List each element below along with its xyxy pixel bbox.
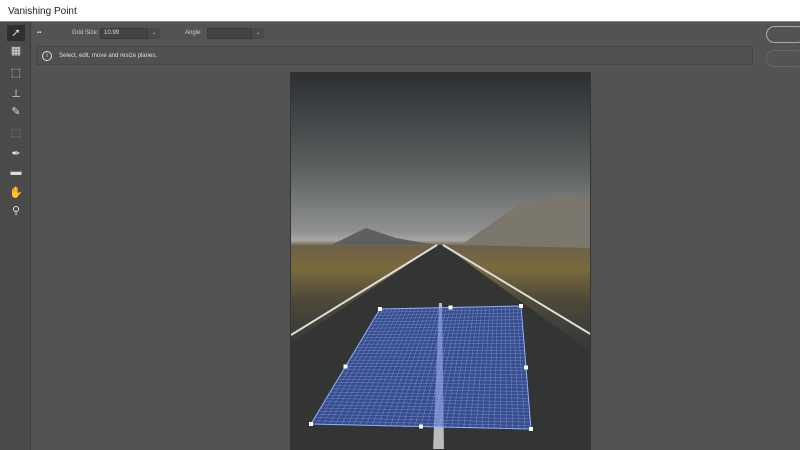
edit-plane-tool[interactable]: ➚	[7, 25, 25, 41]
angle-label: Angle:	[185, 30, 203, 36]
plane-menu-icon[interactable]: ▪▪	[37, 30, 41, 36]
angle-input[interactable]	[207, 28, 252, 39]
plane-handle[interactable]	[419, 424, 423, 429]
grid-size-label: Grid Size:	[72, 30, 99, 36]
hand-tool[interactable]: ✋	[7, 185, 25, 201]
plane-handle[interactable]	[343, 364, 348, 369]
grid-size-input[interactable]: 10.99	[100, 28, 148, 39]
stamp-icon: ⊥	[11, 88, 21, 100]
grid-size-dropdown[interactable]: ⌄	[148, 28, 160, 39]
zoom-icon: ⚲	[11, 205, 21, 217]
measure-tool[interactable]: ▬	[7, 164, 25, 180]
transform-tool[interactable]: ⬚	[7, 125, 25, 141]
info-bar: i Select, edit, move and resize planes.	[36, 46, 753, 65]
brush-icon: ✎	[11, 106, 21, 118]
perspective-plane[interactable]	[291, 73, 591, 450]
create-plane-tool[interactable]: ▦	[7, 43, 25, 59]
toolbox: ➚ ▦ ⬚ ⊥ ✎ ⬚ ✒ ▬ ✋ ⚲	[0, 22, 31, 450]
chevron-down-icon: ⌄	[151, 30, 157, 36]
eyedropper-icon: ✒	[11, 148, 21, 160]
marquee-icon: ⬚	[10, 67, 22, 79]
grid-plane-icon: ▦	[10, 45, 22, 57]
angle-dropdown[interactable]: ⌄	[252, 28, 264, 39]
plane-handle[interactable]	[524, 365, 528, 370]
ruler-icon: ▬	[10, 166, 22, 178]
ok-button[interactable]	[766, 26, 800, 43]
stamp-tool[interactable]: ⊥	[7, 86, 25, 102]
plane-handle[interactable]	[448, 305, 453, 310]
transform-icon: ⬚	[10, 127, 22, 139]
plane-handle[interactable]	[309, 422, 313, 426]
window-title: Vanishing Point	[0, 0, 800, 22]
plane-handle[interactable]	[378, 307, 382, 311]
plane-handle[interactable]	[519, 304, 523, 308]
info-icon: i	[42, 51, 52, 61]
eyedropper-tool[interactable]: ✒	[7, 146, 25, 162]
zoom-tool[interactable]: ⚲	[7, 203, 25, 219]
image-canvas[interactable]	[290, 72, 591, 450]
cancel-button[interactable]	[766, 50, 800, 67]
chevron-down-icon: ⌄	[255, 30, 261, 36]
arrow-pointer-icon: ➚	[11, 27, 21, 39]
hand-icon: ✋	[9, 187, 23, 199]
options-bar: ▪▪ Grid Size: 10.99 ⌄ Angle: ⌄	[31, 22, 800, 44]
plane-handle[interactable]	[529, 427, 533, 431]
brush-tool[interactable]: ✎	[7, 104, 25, 120]
info-message: Select, edit, move and resize planes.	[59, 53, 158, 59]
marquee-tool[interactable]: ⬚	[7, 65, 25, 81]
